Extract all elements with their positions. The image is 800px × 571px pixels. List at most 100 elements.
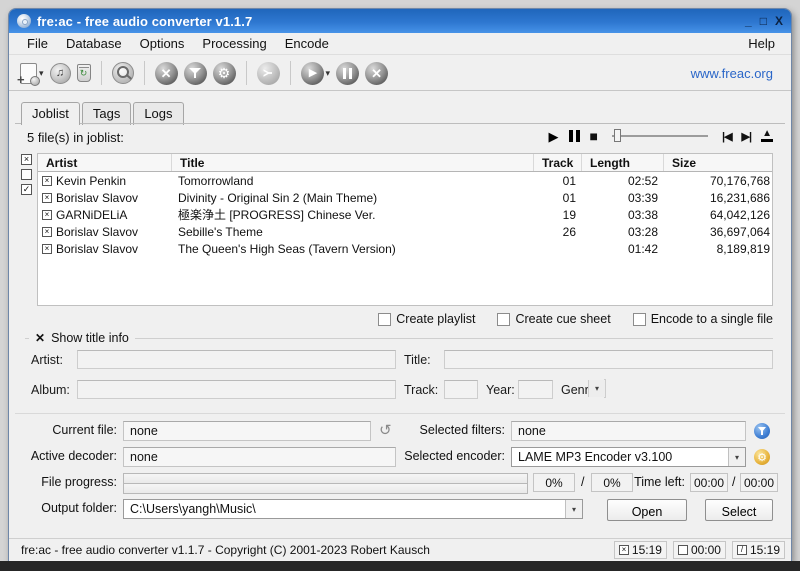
genre-dropdown[interactable]: ▾ bbox=[588, 379, 606, 398]
row-checkbox[interactable]: × bbox=[42, 175, 52, 186]
select-all-checkbox[interactable]: × bbox=[21, 154, 32, 165]
column-header-track[interactable]: Track bbox=[534, 154, 582, 171]
encoder-dropdown[interactable]: LAME MP3 Encoder v3.100 ▾ bbox=[511, 447, 746, 467]
select-none-checkbox[interactable] bbox=[21, 169, 32, 180]
eject-button[interactable]: ▲ bbox=[761, 129, 773, 142]
title-bar[interactable]: fre:ac - free audio converter v1.1.7 _ □… bbox=[9, 9, 791, 33]
toggle-selection-checkbox[interactable]: ✓ bbox=[21, 184, 32, 195]
chevron-down-icon[interactable]: ▾ bbox=[588, 380, 605, 397]
clock-pane-finish: / 15:19 bbox=[731, 541, 785, 559]
title-field[interactable] bbox=[444, 350, 773, 369]
next-track-button[interactable]: ▶| bbox=[742, 130, 753, 143]
remove-all-button[interactable]: ↻ bbox=[76, 64, 91, 82]
clock-pane-elapsed: 00:00 bbox=[672, 541, 726, 559]
menu-help[interactable]: Help bbox=[742, 34, 781, 53]
row-checkbox[interactable]: × bbox=[42, 243, 52, 254]
file-progress-bar bbox=[123, 483, 528, 494]
album-field[interactable] bbox=[77, 380, 396, 399]
seek-slider-thumb[interactable] bbox=[614, 129, 621, 142]
cddb-query-button[interactable] bbox=[111, 62, 134, 84]
column-header-size[interactable]: Size bbox=[664, 154, 774, 171]
output-options: Create playlist Create cue sheet Encode … bbox=[378, 312, 773, 326]
table-row[interactable]: × Borislav Slavov Sebille's Theme 26 03:2… bbox=[38, 223, 772, 240]
repeat-arrow-icon[interactable]: ↻ bbox=[379, 421, 392, 439]
collapse-title-info-icon[interactable]: ✕ bbox=[35, 332, 45, 344]
output-folder-dropdown[interactable]: C:\Users\yangh\Music\ ▾ bbox=[123, 499, 583, 519]
progress-bars bbox=[123, 473, 528, 494]
trash-icon: ↻ bbox=[76, 64, 91, 82]
split-output-button[interactable]: Y bbox=[256, 61, 280, 85]
current-file-label: Current file: bbox=[52, 423, 117, 437]
chevron-down-icon[interactable]: ▾ bbox=[39, 68, 44, 79]
column-header-title[interactable]: Title bbox=[172, 154, 534, 171]
column-header-length[interactable]: Length bbox=[582, 154, 664, 171]
year-field[interactable] bbox=[518, 380, 553, 399]
stop-encoding-button[interactable]: ✕ bbox=[365, 61, 389, 85]
pause-encoding-button[interactable] bbox=[336, 61, 360, 85]
chevron-down-icon[interactable]: ▾ bbox=[565, 500, 582, 518]
row-checkbox[interactable]: × bbox=[42, 209, 52, 220]
output-folder-label: Output folder: bbox=[41, 501, 117, 515]
filter-config-button[interactable] bbox=[754, 423, 770, 439]
tab-joblist[interactable]: Joblist bbox=[21, 102, 80, 125]
general-settings-button[interactable]: ✕ bbox=[154, 61, 178, 85]
clock-diag-icon: / bbox=[736, 545, 747, 555]
time-total-value: 00:00 bbox=[740, 473, 778, 492]
add-files-button[interactable]: + ▾ bbox=[17, 62, 44, 86]
selected-encoder-label: Selected encoder: bbox=[404, 449, 505, 463]
row-checkbox[interactable]: × bbox=[42, 226, 52, 237]
encode-single-file-checkbox[interactable] bbox=[632, 312, 646, 326]
encode-single-file-label: Encode to a single file bbox=[650, 312, 773, 326]
menu-file[interactable]: File bbox=[19, 34, 56, 53]
play-button[interactable]: ▶ bbox=[549, 130, 559, 143]
filter-settings-button[interactable] bbox=[183, 61, 207, 85]
artist-field[interactable] bbox=[77, 350, 396, 369]
toolbar-separator bbox=[289, 61, 291, 85]
album-label: Album: bbox=[31, 383, 70, 397]
table-row[interactable]: × Borislav Slavov The Queen's High Seas (… bbox=[38, 240, 772, 257]
play-icon: ▶ bbox=[300, 61, 324, 85]
clock-checked-icon: × bbox=[618, 545, 629, 555]
chevron-down-icon[interactable]: ▾ bbox=[728, 448, 745, 466]
add-cd-button[interactable]: ♫ bbox=[49, 62, 71, 84]
column-header-artist[interactable]: Artist bbox=[38, 154, 172, 171]
create-playlist-checkbox[interactable] bbox=[378, 312, 392, 326]
joblist-count-label: 5 file(s) in joblist: bbox=[27, 130, 124, 145]
table-row[interactable]: × GARNiDELiA 極楽浄土 [PROGRESS] Chinese Ver.… bbox=[38, 206, 772, 223]
maximize-icon[interactable]: □ bbox=[760, 14, 767, 28]
menu-processing[interactable]: Processing bbox=[194, 34, 274, 53]
stop-button[interactable]: ■ bbox=[590, 129, 598, 143]
chevron-down-icon[interactable]: ▾ bbox=[326, 68, 331, 79]
minimize-icon[interactable]: _ bbox=[745, 14, 752, 28]
menu-database[interactable]: Database bbox=[58, 34, 130, 53]
open-button[interactable]: Open bbox=[607, 499, 687, 521]
previous-track-button[interactable]: |◀ bbox=[722, 130, 733, 143]
create-cue-sheet-label: Create cue sheet bbox=[515, 312, 611, 326]
pause-button[interactable] bbox=[568, 130, 580, 142]
tab-logs[interactable]: Logs bbox=[133, 102, 184, 125]
year-label: Year: bbox=[486, 383, 515, 397]
gear-icon: ⚙ bbox=[757, 451, 767, 464]
select-button[interactable]: Select bbox=[705, 499, 773, 521]
encoder-config-button[interactable]: ⚙ bbox=[754, 449, 770, 465]
start-encoding-button[interactable]: ▶ ▾ bbox=[300, 61, 331, 85]
tab-page-border bbox=[15, 123, 785, 124]
menu-options[interactable]: Options bbox=[132, 34, 193, 53]
row-checkbox[interactable]: × bbox=[42, 192, 52, 203]
current-file-value: none bbox=[123, 421, 371, 441]
clock-pane-current: × 15:19 bbox=[613, 541, 667, 559]
track-field[interactable] bbox=[444, 380, 478, 399]
status-bar: fre:ac - free audio converter v1.1.7 - C… bbox=[9, 538, 791, 561]
menu-encode[interactable]: Encode bbox=[277, 34, 337, 53]
playback-controls: ▶ ■ |◀ ▶| ▲ bbox=[549, 127, 773, 145]
create-cue-sheet-checkbox[interactable] bbox=[497, 312, 511, 326]
website-link[interactable]: www.freac.org bbox=[691, 66, 783, 81]
table-row[interactable]: × Kevin Penkin Tomorrowland 01 02:52 70,1… bbox=[38, 172, 772, 189]
close-icon[interactable]: X bbox=[775, 14, 783, 28]
table-row[interactable]: × Borislav Slavov Divinity - Original Sin… bbox=[38, 189, 772, 206]
seek-slider[interactable] bbox=[612, 129, 708, 143]
tab-tags[interactable]: Tags bbox=[81, 102, 132, 125]
time-elapsed: 00:00 bbox=[690, 543, 721, 557]
encoder-settings-button[interactable]: ⚙ bbox=[212, 61, 236, 85]
clock-empty-icon bbox=[677, 545, 688, 555]
